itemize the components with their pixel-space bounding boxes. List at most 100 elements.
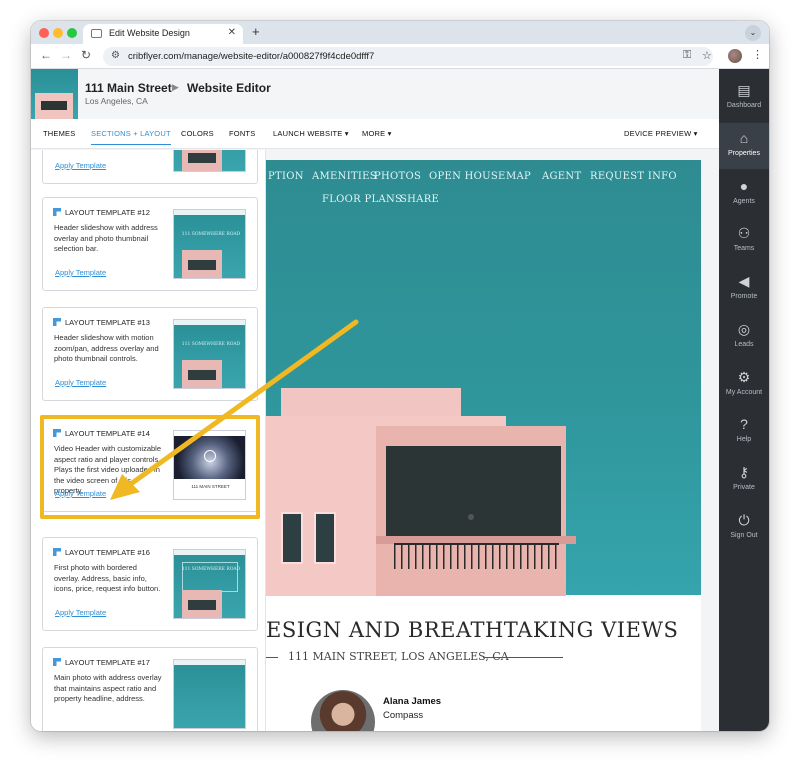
tab-sections-layout[interactable]: SECTIONS + LAYOUT xyxy=(91,129,171,145)
window xyxy=(281,512,303,564)
grid-icon xyxy=(53,658,61,666)
site-menu-description[interactable]: PTION xyxy=(268,171,304,182)
property-thumbnail xyxy=(31,69,78,119)
template-card-11[interactable]: Apply Template xyxy=(42,150,258,184)
sidebar-item-label: Sign Out xyxy=(730,532,758,539)
url-field[interactable]: ⚙ cribflyer.com/manage/website-editor/a0… xyxy=(103,47,713,66)
device-preview-menu[interactable]: DEVICE PREVIEW ▾ xyxy=(624,129,698,138)
apply-template-link[interactable]: Apply Template xyxy=(55,268,106,277)
site-menu-map[interactable]: MAP xyxy=(506,171,531,182)
url-text: cribflyer.com/manage/website-editor/a000… xyxy=(128,51,375,62)
profile-avatar-icon[interactable] xyxy=(728,49,742,63)
hero-image: PTION AMENITIES PHOTOS OPEN HOUSE MAP AG… xyxy=(266,160,701,596)
template-title: LAYOUT TEMPLATE #16 xyxy=(65,548,150,557)
launch-website-menu[interactable]: LAUNCH WEBSITE ▾ xyxy=(273,129,349,138)
template-description: First photo with bordered overlay. Addre… xyxy=(54,563,161,593)
sidebar-item-agents[interactable]: ● Agents xyxy=(719,171,769,217)
template-preview-image xyxy=(173,150,246,172)
site-menu-agent[interactable]: AGENT xyxy=(542,171,581,182)
site-menu-amenities[interactable]: AMENITIES xyxy=(312,171,377,182)
tab-bar: Edit Website Design ✕ + ⌄ xyxy=(31,21,769,44)
agent-company: Compass xyxy=(383,710,424,721)
site-headline: ESIGN AND BREATHTAKING VIEWS xyxy=(266,618,679,642)
site-info-icon[interactable]: ⚙ xyxy=(111,50,120,61)
sidebar-item-label: Help xyxy=(736,436,752,443)
template-description: Main photo with address overlay that mai… xyxy=(54,673,162,703)
site-menu-share[interactable]: SHARE xyxy=(400,194,439,205)
sidebar-item-teams[interactable]: ⚇ Teams xyxy=(719,218,769,264)
template-preview-image xyxy=(173,659,246,729)
dashboard-icon: ▤ xyxy=(737,82,751,98)
highlight-box xyxy=(40,415,260,519)
tab-themes[interactable]: THEMES xyxy=(43,129,75,138)
sidebar-item-private[interactable]: ⚷ Private xyxy=(719,457,769,503)
sidebar-item-leads[interactable]: ◎ Leads xyxy=(719,314,769,360)
browser-tab[interactable]: Edit Website Design ✕ xyxy=(83,24,243,44)
sidebar-item-help[interactable]: ? Help xyxy=(719,409,769,455)
site-menu-open-house[interactable]: OPEN HOUSE xyxy=(429,171,506,182)
property-header: 111 Main Street Los Angeles, CA ▶ Websit… xyxy=(31,69,719,119)
forward-icon[interactable]: → xyxy=(60,48,72,62)
tab-colors[interactable]: COLORS xyxy=(181,129,214,138)
minimize-window-icon[interactable] xyxy=(53,28,63,38)
balcony-shade xyxy=(386,446,561,536)
tab-fonts[interactable]: FONTS xyxy=(229,129,255,138)
sidebar-item-my-account[interactable]: ⚙ My Account xyxy=(719,362,769,408)
browser-menu-icon[interactable]: ⋮ xyxy=(752,48,763,61)
template-card-12[interactable]: LAYOUT TEMPLATE #12 Header slideshow wit… xyxy=(42,197,258,291)
editor-nav: THEMES SECTIONS + LAYOUT COLORS FONTS LA… xyxy=(31,119,719,149)
sidebar-item-label: Agents xyxy=(733,198,755,205)
sidebar-item-properties[interactable]: ⌂ Properties xyxy=(719,123,769,169)
favicon-icon xyxy=(91,29,102,38)
breadcrumb-arrow-icon: ▶ xyxy=(172,82,179,92)
teams-icon: ⚇ xyxy=(737,225,751,241)
template-preview-image: 111 SOMEWHERE ROAD xyxy=(173,319,246,389)
property-location: Los Angeles, CA xyxy=(85,96,148,106)
browser-window: Edit Website Design ✕ + ⌄ ← → ↻ ⚙ cribfl… xyxy=(31,21,769,731)
sidebar-item-label: My Account xyxy=(725,389,763,396)
bookmark-star-icon[interactable]: ☆ xyxy=(702,49,712,62)
power-icon: ⏻ xyxy=(738,512,750,528)
website-preview[interactable]: PTION AMENITIES PHOTOS OPEN HOUSE MAP AG… xyxy=(266,160,701,731)
back-icon[interactable]: ← xyxy=(40,48,52,62)
site-menu-request-info[interactable]: REQUEST INFO xyxy=(590,171,677,182)
preview-text: 111 SOMEWHERE ROAD xyxy=(181,342,241,347)
target-icon: ◎ xyxy=(737,321,751,337)
template-title: LAYOUT TEMPLATE #17 xyxy=(65,658,150,667)
reload-icon[interactable]: ↻ xyxy=(81,48,91,62)
divider xyxy=(483,657,563,658)
new-tab-button[interactable]: + xyxy=(252,24,260,39)
megaphone-icon: ◀ xyxy=(738,273,750,289)
apply-template-link[interactable]: Apply Template xyxy=(55,608,106,617)
sidebar-item-sign-out[interactable]: ⏻ Sign Out xyxy=(719,505,769,551)
wall-lamp xyxy=(468,514,474,520)
close-tab-icon[interactable]: ✕ xyxy=(228,27,236,38)
site-menu-photos[interactable]: PHOTOS xyxy=(374,171,421,182)
preview-text: 111 SOMEWHERE ROAD xyxy=(181,232,241,237)
house-roof xyxy=(281,388,461,416)
template-card-13[interactable]: LAYOUT TEMPLATE #13 Header slideshow wit… xyxy=(42,307,258,401)
maximize-window-icon[interactable] xyxy=(67,28,77,38)
page-title: Website Editor xyxy=(187,81,271,95)
template-preview-image: 111 SOMEWHERE ROAD xyxy=(173,549,246,619)
tab-search-icon[interactable]: ⌄ xyxy=(745,25,761,41)
sidebar-item-label: Properties xyxy=(728,150,760,157)
app: 111 Main Street Los Angeles, CA ▶ Websit… xyxy=(31,69,769,731)
apply-template-link[interactable]: Apply Template xyxy=(55,378,106,387)
preview-text: 111 SOMEWHERE ROAD xyxy=(181,567,241,572)
password-key-icon[interactable]: ⚿ xyxy=(683,49,691,62)
property-title: 111 Main Street xyxy=(85,81,172,95)
template-description: Header slideshow with motion zoom/pan, a… xyxy=(54,333,159,363)
divider xyxy=(266,657,278,658)
template-card-17[interactable]: LAYOUT TEMPLATE #17 Main photo with addr… xyxy=(42,647,258,731)
template-panel[interactable]: Apply Template LAYOUT TEMPLATE #12 Heade… xyxy=(31,150,266,731)
apply-template-link[interactable]: Apply Template xyxy=(55,161,106,170)
site-menu-floor-plans[interactable]: FLOOR PLANS xyxy=(322,194,402,205)
more-menu[interactable]: MORE ▾ xyxy=(362,129,392,138)
properties-icon: ⌂ xyxy=(739,130,749,146)
template-card-16[interactable]: LAYOUT TEMPLATE #16 First photo with bor… xyxy=(42,537,258,631)
sidebar-item-dashboard[interactable]: ▤ Dashboard xyxy=(719,75,769,121)
sidebar-item-label: Teams xyxy=(733,245,755,252)
close-window-icon[interactable] xyxy=(39,28,49,38)
sidebar-item-promote[interactable]: ◀ Promote xyxy=(719,266,769,312)
